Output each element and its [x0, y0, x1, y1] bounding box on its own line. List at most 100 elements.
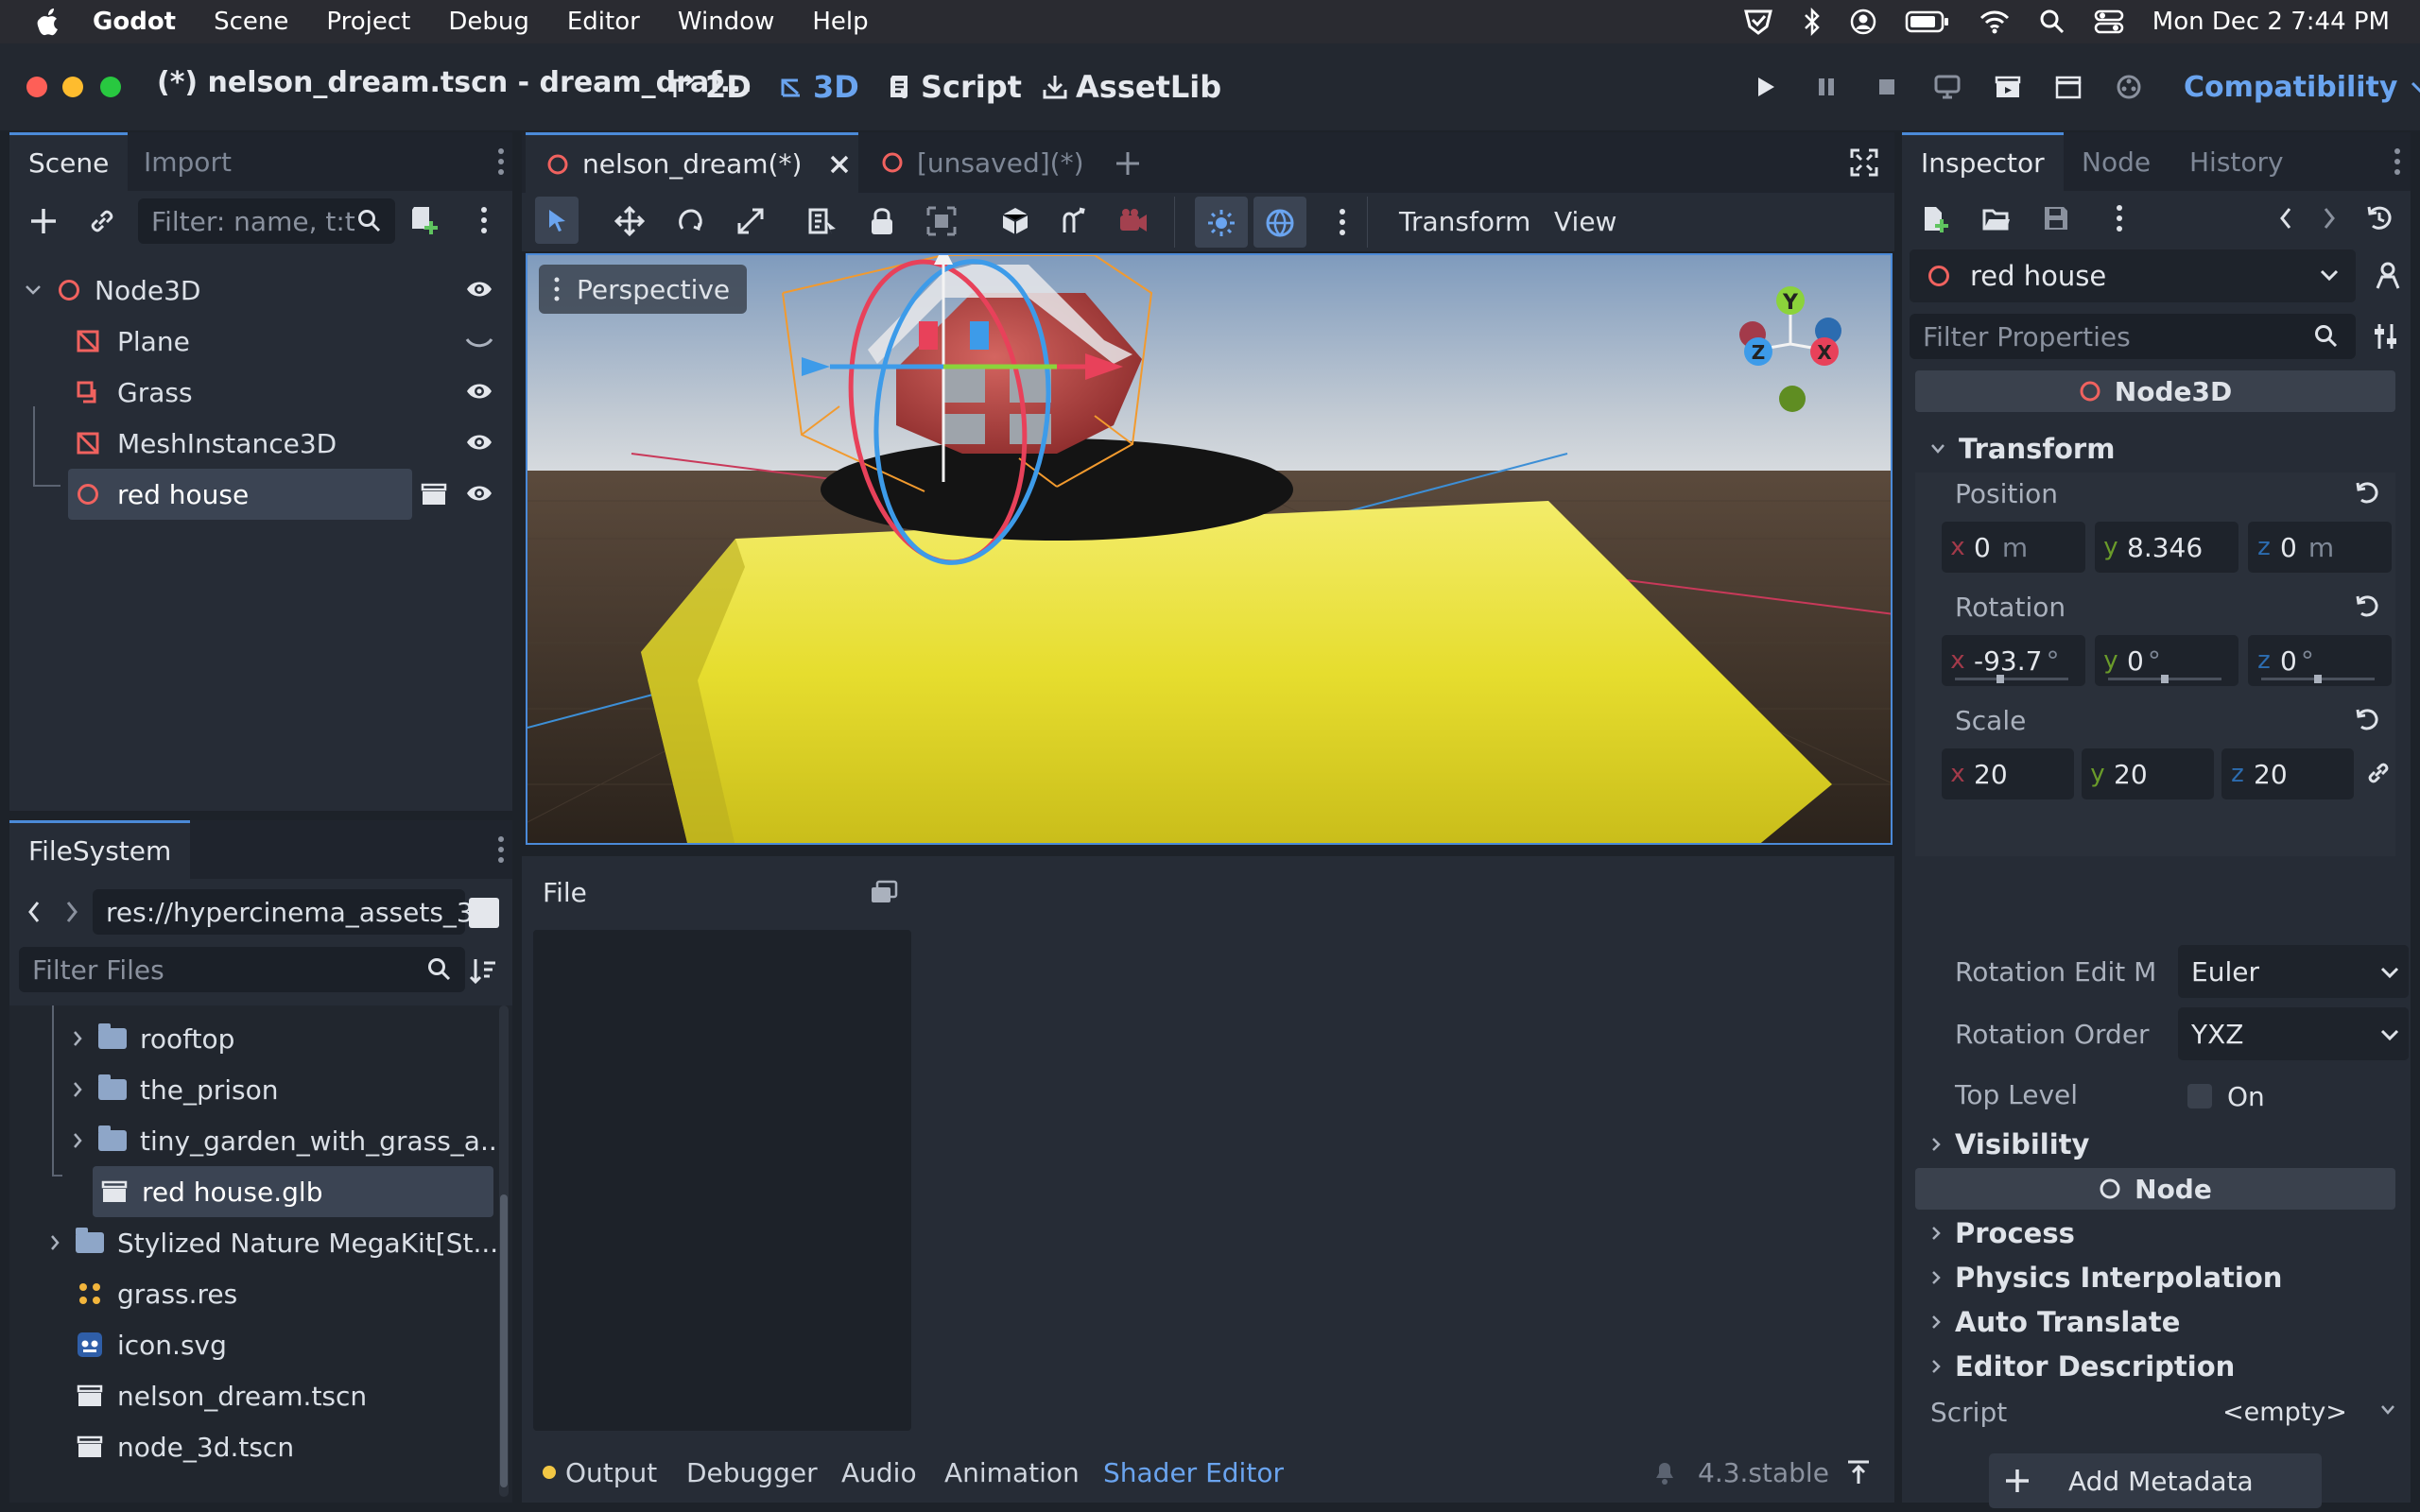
- file-item-folder[interactable]: Stylized Nature MegaKit[St...: [49, 1217, 498, 1268]
- tab-debugger[interactable]: Debugger: [686, 1444, 818, 1501]
- distraction-free-mode-icon[interactable]: [1849, 147, 1879, 178]
- tab-shader-editor[interactable]: Shader Editor: [1103, 1444, 1284, 1501]
- bluetooth-icon[interactable]: [1803, 8, 1822, 36]
- movie-maker-button[interactable]: [2108, 66, 2150, 108]
- tree-node-red-house[interactable]: red house: [9, 469, 512, 520]
- menu-help[interactable]: Help: [812, 8, 868, 36]
- play-button[interactable]: [1745, 66, 1787, 108]
- tree-node-plane[interactable]: Plane: [9, 316, 512, 367]
- file-item-folder[interactable]: rooftop: [72, 1013, 234, 1064]
- filter-properties-input[interactable]: Filter Properties: [1910, 314, 2356, 359]
- file-item-folder[interactable]: tiny_garden_with_grass_a...: [72, 1115, 506, 1166]
- position-y-field[interactable]: y 8.346: [2095, 522, 2238, 573]
- notification-bell-icon[interactable]: [1652, 1459, 1677, 1486]
- scale-x-field[interactable]: x 20: [1942, 748, 2074, 799]
- chevron-right-icon[interactable]: [72, 1131, 83, 1150]
- control-center-icon[interactable]: [2094, 9, 2124, 35]
- revert-icon[interactable]: [2354, 480, 2380, 507]
- remote-debug-button[interactable]: [1927, 66, 1968, 108]
- minimize-window-button[interactable]: [62, 77, 83, 97]
- select-mode-button[interactable]: [535, 197, 579, 244]
- open-resource-icon[interactable]: [1981, 206, 2012, 232]
- tab-animation[interactable]: Animation: [944, 1444, 1080, 1501]
- tab-assetlib[interactable]: AssetLib: [1042, 64, 1221, 110]
- shader-file-list[interactable]: [533, 930, 911, 1431]
- more-options-icon[interactable]: [2116, 204, 2123, 232]
- file-item-scene[interactable]: nelson_dream.tscn: [76, 1370, 367, 1421]
- toggle-files-panel-icon[interactable]: [870, 879, 898, 905]
- menu-editor[interactable]: Editor: [567, 8, 640, 36]
- renderer-select[interactable]: Compatibility: [2184, 64, 2420, 110]
- dock-menu-icon[interactable]: [497, 835, 505, 864]
- node-properties-icon[interactable]: [2373, 261, 2403, 291]
- history-forward-icon[interactable]: [2322, 206, 2337, 231]
- scene-filter-input[interactable]: Filter: name, t:t: [138, 198, 395, 244]
- menubar-clock[interactable]: Mon Dec 2 7:44 PM: [2152, 8, 2390, 36]
- tree-node-meshinstance3d[interactable]: MeshInstance3D: [9, 418, 512, 469]
- tab-audio[interactable]: Audio: [841, 1444, 917, 1501]
- chevron-right-icon[interactable]: [72, 1029, 83, 1048]
- tab-scene[interactable]: Scene: [9, 132, 129, 191]
- filter-files-input[interactable]: Filter Files: [19, 947, 465, 992]
- preview-sun-toggle[interactable]: [1195, 197, 1248, 248]
- spotlight-search-icon[interactable]: [2039, 9, 2066, 35]
- object-selector[interactable]: red house: [1910, 249, 2356, 302]
- menu-project[interactable]: Project: [326, 8, 410, 36]
- file-item-resource[interactable]: grass.res: [76, 1268, 237, 1319]
- scrollbar-thumb[interactable]: [500, 1194, 508, 1487]
- chevron-right-icon[interactable]: [72, 1080, 83, 1099]
- link-scale-icon[interactable]: [2365, 760, 2392, 786]
- orientation-gizmo[interactable]: Y Z X: [1732, 278, 1855, 420]
- visibility-eye-icon[interactable]: [465, 431, 493, 454]
- wifi-icon[interactable]: [1979, 9, 2011, 35]
- maximize-window-button[interactable]: [100, 77, 121, 97]
- rotation-y-field[interactable]: y 0 °: [2095, 635, 2238, 686]
- rotation-z-slider[interactable]: [2261, 675, 2375, 683]
- run-specific-scene-button[interactable]: [2048, 66, 2089, 108]
- rotation-y-slider[interactable]: [2108, 675, 2221, 683]
- tab-3d[interactable]: 3D: [777, 64, 859, 110]
- use-local-space-icon[interactable]: [1059, 206, 1089, 236]
- filesystem-path-field[interactable]: res://hypercinema_assets_3: [93, 889, 474, 935]
- scene-tab-unsaved[interactable]: [unsaved](*): [881, 132, 1084, 193]
- file-menu-label[interactable]: File: [543, 877, 587, 908]
- scale-mode-icon[interactable]: [735, 206, 766, 236]
- menu-scene[interactable]: Scene: [214, 8, 288, 36]
- open-in-editor-icon[interactable]: [420, 482, 448, 507]
- tab-filesystem[interactable]: FileSystem: [9, 820, 191, 879]
- new-resource-icon[interactable]: [1921, 204, 1949, 234]
- attach-script-icon[interactable]: [408, 204, 439, 236]
- menu-debug[interactable]: Debug: [448, 8, 529, 36]
- tree-node-grass[interactable]: Grass: [9, 367, 512, 418]
- status-check-icon[interactable]: [1742, 8, 1774, 36]
- close-tab-icon[interactable]: [828, 153, 851, 176]
- sort-icon[interactable]: [469, 956, 497, 985]
- battery-icon[interactable]: [1905, 9, 1950, 34]
- file-item-folder[interactable]: the_prison: [72, 1064, 278, 1115]
- visibility-eye-icon[interactable]: [465, 482, 493, 505]
- transform-menu[interactable]: Transform: [1399, 206, 1530, 237]
- object-history-icon[interactable]: [2365, 204, 2394, 232]
- add-node-icon[interactable]: [28, 206, 59, 236]
- visibility-eye-icon[interactable]: [465, 278, 493, 301]
- hidden-eye-icon[interactable]: [465, 336, 493, 350]
- property-tools-icon[interactable]: [2373, 321, 2401, 352]
- viewport-render[interactable]: [527, 255, 1893, 845]
- version-label[interactable]: 4.3.stable: [1698, 1444, 1829, 1501]
- add-scene-tab-icon[interactable]: [1114, 149, 1142, 178]
- move-mode-icon[interactable]: [614, 206, 645, 236]
- revert-icon[interactable]: [2354, 707, 2380, 733]
- gizmo-neg-y-axis[interactable]: [1779, 386, 1806, 412]
- lock-icon[interactable]: [868, 206, 896, 236]
- close-window-button[interactable]: [26, 77, 47, 97]
- position-x-field[interactable]: x 0 m: [1942, 522, 2085, 573]
- tab-output[interactable]: Output: [543, 1444, 657, 1501]
- pause-button[interactable]: [1806, 66, 1847, 108]
- nav-forward-icon[interactable]: [64, 900, 79, 924]
- file-item-scene[interactable]: node_3d.tscn: [76, 1421, 294, 1472]
- tab-import[interactable]: Import: [125, 132, 251, 191]
- dock-menu-icon[interactable]: [2394, 147, 2401, 176]
- 3d-viewport[interactable]: Perspective Y Z X: [526, 253, 1893, 845]
- file-item-scene[interactable]: red house.glb: [100, 1166, 322, 1217]
- nav-back-icon[interactable]: [26, 900, 42, 924]
